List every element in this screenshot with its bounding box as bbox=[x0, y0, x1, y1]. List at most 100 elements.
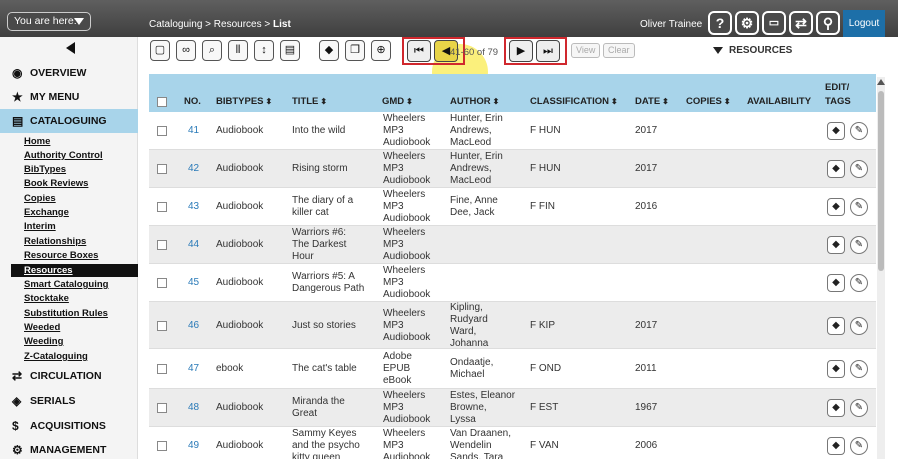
tag-icon[interactable]: ◆ bbox=[827, 399, 845, 417]
binoculars-icon[interactable]: ∞ bbox=[176, 40, 196, 61]
row-checkbox[interactable] bbox=[157, 403, 167, 413]
edit-icon[interactable]: ✎ bbox=[850, 274, 868, 292]
sidebar-item-my-menu[interactable]: ★ My Menu bbox=[0, 85, 138, 109]
search-records-icon[interactable]: ⌕ bbox=[202, 40, 222, 61]
sidebar-item-management[interactable]: ⚙ Management bbox=[0, 438, 138, 459]
resources-dropdown[interactable]: RESOURCES bbox=[713, 45, 792, 56]
row-number-link[interactable]: 42 bbox=[188, 163, 199, 175]
col-author[interactable]: AUTHOR ⬍ bbox=[450, 96, 499, 107]
sidebar-item-cataloguing[interactable]: ▤ Cataloguing bbox=[0, 109, 138, 133]
swap-icon[interactable]: ⇄ bbox=[789, 11, 813, 35]
row-checkbox[interactable] bbox=[157, 321, 167, 331]
table-row[interactable]: 41 Audiobook Into the wild Wheelers MP3 Audio… bbox=[149, 112, 876, 150]
row-checkbox[interactable] bbox=[157, 240, 167, 250]
view-button[interactable]: View bbox=[571, 43, 601, 58]
row-number-link[interactable]: 48 bbox=[188, 402, 199, 414]
sidebar-sub-bibtypes[interactable]: BibTypes bbox=[24, 164, 66, 175]
sidebar-sub-stocktake[interactable]: Stocktake bbox=[24, 293, 69, 304]
table-row[interactable]: 49 Audiobook Sammy Keyes and the psycho kitt… bbox=[149, 427, 876, 459]
row-number-link[interactable]: 43 bbox=[188, 201, 199, 213]
row-number-link[interactable]: 49 bbox=[188, 440, 199, 452]
sidebar-item-serials[interactable]: ◈ Serials bbox=[0, 389, 138, 413]
table-row[interactable]: 46 Audiobook Just so stories Wheelers MP3 Aud… bbox=[149, 302, 876, 349]
copy-icon[interactable]: ❐ bbox=[345, 40, 365, 61]
row-number-link[interactable]: 45 bbox=[188, 277, 199, 289]
row-checkbox[interactable] bbox=[157, 164, 167, 174]
scrollbar[interactable] bbox=[877, 77, 885, 459]
globe-icon[interactable]: ⊕ bbox=[371, 40, 391, 61]
tag-icon[interactable]: ◆ bbox=[319, 40, 339, 61]
collapse-sidebar-icon[interactable] bbox=[66, 42, 75, 54]
row-number-link[interactable]: 46 bbox=[188, 320, 199, 332]
display-icon[interactable]: ▭ bbox=[762, 11, 786, 35]
tag-icon[interactable]: ◆ bbox=[827, 317, 845, 335]
breadcrumb-resources[interactable]: Resources bbox=[214, 19, 262, 30]
col-title[interactable]: TITLE ⬍ bbox=[292, 96, 327, 107]
sidebar-sub-z-cataloguing[interactable]: Z-Cataloguing bbox=[24, 351, 88, 362]
barcode-icon[interactable]: ⦀ bbox=[228, 40, 248, 61]
you-are-here-dropdown[interactable]: You are here: bbox=[7, 12, 91, 31]
row-number-link[interactable]: 44 bbox=[188, 239, 199, 251]
sidebar-sub-weeding[interactable]: Weeding bbox=[24, 336, 63, 347]
search-icon[interactable]: ⚲ bbox=[816, 11, 840, 35]
help-icon[interactable]: ? bbox=[708, 11, 732, 35]
sidebar-item-acquisitions[interactable]: $ Acquisitions bbox=[0, 414, 138, 438]
tag-icon[interactable]: ◆ bbox=[827, 160, 845, 178]
row-checkbox[interactable] bbox=[157, 364, 167, 374]
logout-button[interactable]: Logout bbox=[843, 10, 885, 37]
edit-icon[interactable]: ✎ bbox=[850, 198, 868, 216]
tag-icon[interactable]: ◆ bbox=[827, 122, 845, 140]
row-checkbox[interactable] bbox=[157, 202, 167, 212]
sidebar-sub-copies[interactable]: Copies bbox=[24, 193, 56, 204]
tag-icon[interactable]: ◆ bbox=[827, 437, 845, 455]
new-record-icon[interactable]: ▢ bbox=[150, 40, 170, 61]
last-page-icon[interactable]: ⏭ bbox=[536, 40, 560, 62]
sidebar-item-overview[interactable]: ◉ Overview bbox=[0, 61, 138, 85]
sidebar-sub-exchange[interactable]: Exchange bbox=[24, 207, 69, 218]
sidebar-sub-resources[interactable]: Resources bbox=[11, 264, 138, 277]
clear-button[interactable]: Clear bbox=[603, 43, 635, 58]
tag-icon[interactable]: ◆ bbox=[827, 274, 845, 292]
sidebar-sub-interim[interactable]: Interim bbox=[24, 221, 56, 232]
edit-icon[interactable]: ✎ bbox=[850, 360, 868, 378]
edit-icon[interactable]: ✎ bbox=[850, 160, 868, 178]
col-copies[interactable]: COPIES ⬍ bbox=[686, 96, 731, 107]
table-row[interactable]: 45 Audiobook Warriors #5: A Dangerous Path W… bbox=[149, 264, 876, 302]
sidebar-sub-weeded[interactable]: Weeded bbox=[24, 322, 60, 333]
sidebar-sub-resource-boxes[interactable]: Resource Boxes bbox=[24, 250, 98, 261]
sidebar-item-circulation[interactable]: ⇄ Circulation bbox=[0, 364, 138, 388]
sort-help-icon[interactable]: ↕ bbox=[254, 40, 274, 61]
table-row[interactable]: 47 ebook The cat's table Adobe EPUB eBook Onda… bbox=[149, 349, 876, 389]
row-number-link[interactable]: 47 bbox=[188, 363, 199, 375]
tag-icon[interactable]: ◆ bbox=[827, 198, 845, 216]
sidebar-sub-home[interactable]: Home bbox=[24, 136, 50, 147]
edit-icon[interactable]: ✎ bbox=[850, 399, 868, 417]
table-row[interactable]: 43 Audiobook The diary of a killer cat Wheel… bbox=[149, 188, 876, 226]
table-row[interactable]: 42 Audiobook Rising storm Wheelers MP3 Audiob… bbox=[149, 150, 876, 188]
edit-icon[interactable]: ✎ bbox=[850, 236, 868, 254]
sidebar-sub-substitution-rules[interactable]: Substitution Rules bbox=[24, 308, 108, 319]
next-page-icon[interactable]: ▶ bbox=[509, 40, 533, 62]
select-all-checkbox[interactable] bbox=[157, 97, 167, 107]
tag-icon[interactable]: ◆ bbox=[827, 360, 845, 378]
settings-icon[interactable]: ⚙ bbox=[735, 11, 759, 35]
sidebar-sub-relationships[interactable]: Relationships bbox=[24, 236, 86, 247]
row-checkbox[interactable] bbox=[157, 441, 167, 451]
col-bibtypes[interactable]: BIBTYPES ⬍ bbox=[216, 96, 272, 107]
row-number-link[interactable]: 41 bbox=[188, 125, 199, 137]
col-gmd[interactable]: GMD ⬍ bbox=[382, 96, 413, 107]
scroll-up-icon[interactable] bbox=[877, 79, 885, 85]
first-page-icon[interactable]: ⏮ bbox=[407, 40, 431, 62]
table-row[interactable]: 44 Audiobook Warriors #6: The Darkest Hour Wh… bbox=[149, 226, 876, 264]
breadcrumb-cataloguing[interactable]: Cataloguing bbox=[149, 19, 202, 30]
edit-icon[interactable]: ✎ bbox=[850, 122, 868, 140]
col-date[interactable]: DATE ⬍ bbox=[635, 96, 669, 107]
row-checkbox[interactable] bbox=[157, 278, 167, 288]
edit-icon[interactable]: ✎ bbox=[850, 317, 868, 335]
sidebar-sub-book-reviews[interactable]: Book Reviews bbox=[24, 178, 88, 189]
edit-icon[interactable]: ✎ bbox=[850, 437, 868, 455]
col-classification[interactable]: CLASSIFICATION ⬍ bbox=[530, 96, 618, 107]
scroll-thumb[interactable] bbox=[878, 91, 884, 271]
tag-icon[interactable]: ◆ bbox=[827, 236, 845, 254]
document-icon[interactable]: ▤ bbox=[280, 40, 300, 61]
